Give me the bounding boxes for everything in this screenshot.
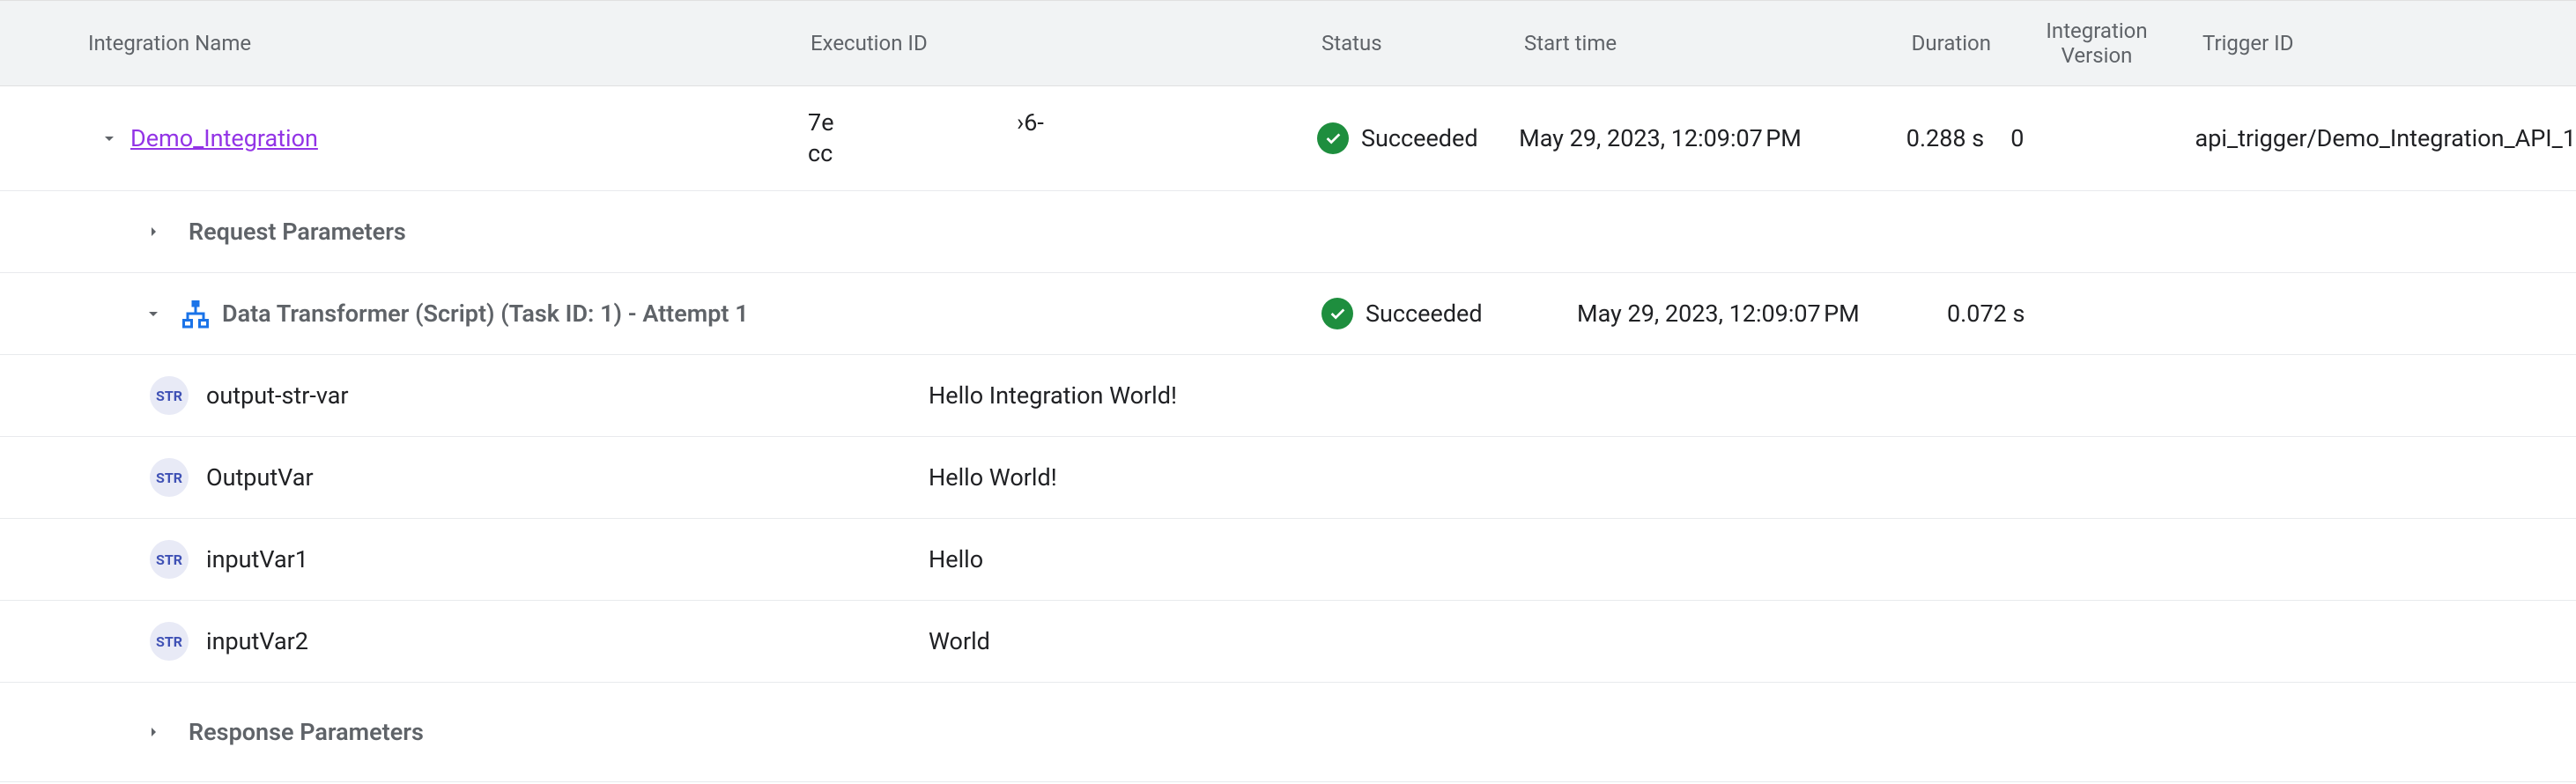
variable-row: STR output-str-varHello Integration World…: [0, 355, 2576, 437]
chevron-down-icon[interactable]: [132, 292, 174, 335]
request-parameters-row[interactable]: Request Parameters: [0, 191, 2576, 273]
variable-name: output-str-var: [206, 381, 929, 410]
chevron-right-icon[interactable]: [132, 211, 174, 253]
workflow-icon: [180, 298, 211, 329]
header-duration: Duration: [1876, 31, 2009, 55]
duration-text: 0.288 s: [1870, 124, 2002, 152]
variable-value: Hello World!: [929, 463, 1057, 492]
variable-row: STR inputVar1Hello: [0, 519, 2576, 601]
variable-name: OutputVar: [206, 463, 929, 492]
variable-name: inputVar2: [206, 627, 929, 655]
task-duration: 0.072 s: [1929, 300, 2062, 328]
header-execution-id: Execution ID: [811, 31, 1321, 55]
start-time-text: May 29, 2023, 12:09:07 PM: [1519, 124, 1870, 152]
variable-value: World: [929, 627, 990, 655]
trigger-id-text: api_trigger/Demo_Integration_API_1: [2178, 124, 2576, 152]
header-start-time: Start time: [1524, 31, 1876, 55]
type-badge-icon: STR: [150, 376, 189, 415]
task-status-text: Succeeded: [1366, 300, 1483, 328]
integration-name-link[interactable]: Demo_Integration: [130, 124, 318, 152]
task-start-time: May 29, 2023, 12:09:07 PM: [1577, 300, 1929, 328]
type-badge-icon: STR: [150, 540, 189, 579]
success-check-icon: [1317, 122, 1349, 154]
status-text: Succeeded: [1361, 124, 1478, 152]
version-text: 0: [2002, 124, 2177, 152]
task-row[interactable]: Data Transformer (Script) (Task ID: 1) -…: [0, 273, 2576, 355]
chevron-down-icon[interactable]: [88, 117, 130, 159]
execution-id-text: 7e ›6- cc: [808, 107, 1317, 169]
response-parameters-row[interactable]: Response Parameters: [0, 683, 2576, 782]
header-integration-name: Integration Name: [0, 31, 811, 55]
integration-row[interactable]: Demo_Integration 7e ›6- cc Succeeded May…: [0, 86, 2576, 191]
header-version: Integration Version: [2009, 18, 2185, 68]
header-status: Status: [1321, 31, 1524, 55]
variable-value: Hello: [929, 545, 983, 573]
variable-value: Hello Integration World!: [929, 381, 1177, 410]
type-badge-icon: STR: [150, 622, 189, 661]
request-parameters-label: Request Parameters: [189, 218, 406, 246]
variable-row: STR inputVar2World: [0, 601, 2576, 683]
success-check-icon: [1321, 298, 1353, 329]
variable-row: STR OutputVarHello World!: [0, 437, 2576, 519]
response-parameters-label: Response Parameters: [189, 718, 424, 746]
table-header: Integration Name Execution ID Status Sta…: [0, 0, 2576, 86]
chevron-right-icon[interactable]: [132, 711, 174, 753]
task-label: Data Transformer (Script) (Task ID: 1) -…: [222, 300, 749, 328]
type-badge-icon: STR: [150, 458, 189, 497]
header-trigger-id: Trigger ID: [2185, 31, 2576, 55]
variable-name: inputVar1: [206, 545, 929, 573]
